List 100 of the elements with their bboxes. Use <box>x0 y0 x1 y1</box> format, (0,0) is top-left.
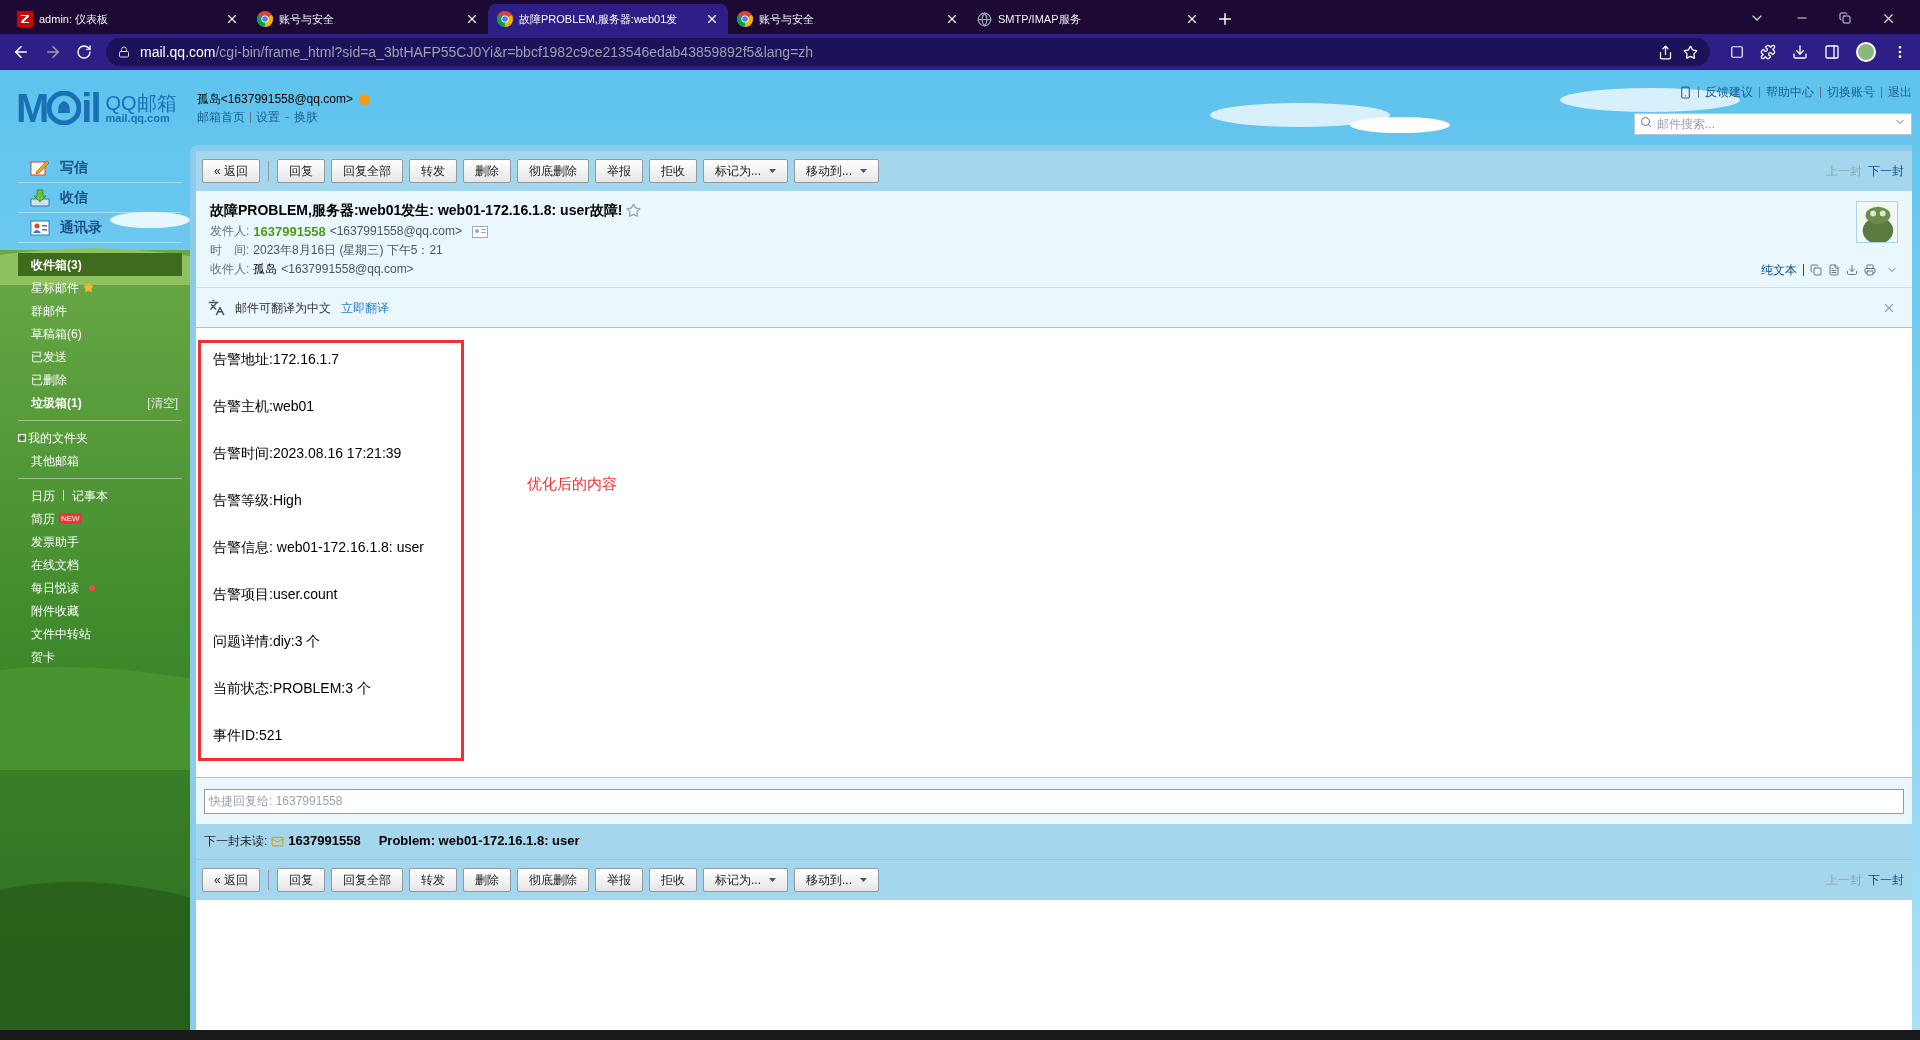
address-bar[interactable]: mail.qq.com/cgi-bin/frame_html?sid=a_3btHAFP55CJ0Yi&r=bbcf1982c9ce213546edab43859892f5&lang=zh <box>106 38 1710 66</box>
avatar[interactable] <box>1856 201 1898 243</box>
toolbar-button[interactable]: « 返回 <box>202 867 260 892</box>
mail-subject: 故障PROBLEM,服务器:web01发生: web01-172.16.1.8: user故障! <box>210 201 623 220</box>
share-icon[interactable] <box>1658 44 1673 60</box>
extensions-icon[interactable] <box>1760 44 1776 60</box>
translate-icon <box>208 299 225 316</box>
tab-title: admin: 仪表板 <box>39 11 110 27</box>
header-link[interactable]: 换肤 <box>293 108 318 126</box>
toolbar-button[interactable]: 回复全部 <box>331 867 403 892</box>
toolbar-button[interactable]: 拒收 <box>649 867 697 892</box>
folder-item[interactable]: 已发送 <box>18 345 182 368</box>
toolbar-button[interactable]: « 返回 <box>202 159 260 183</box>
alert-line: 当前状态:PROBLEM:3 个 <box>213 679 372 698</box>
toolbar-button[interactable]: 移动到... <box>794 159 880 183</box>
toolbar-button[interactable]: 转发 <box>409 159 457 183</box>
browser-tab[interactable]: 故障PROBLEM,服务器:web01发 <box>488 4 728 34</box>
browser-tab[interactable]: 账号与安全 <box>728 4 968 34</box>
side-panel-icon[interactable] <box>1824 44 1840 60</box>
tool-link[interactable]: 在线文档 <box>31 555 79 574</box>
tool-link[interactable]: 简历 <box>31 509 55 528</box>
next-unread-subject[interactable]: Problem: web01-172.16.1.8: user <box>378 831 580 851</box>
mail-nav-link[interactable]: 下一封 <box>1868 870 1904 889</box>
toolbar-button[interactable]: 拒收 <box>649 159 697 183</box>
folder-item[interactable]: 群邮件 <box>18 299 182 322</box>
back-icon[interactable] <box>12 43 30 61</box>
expand-icon[interactable] <box>18 433 26 442</box>
close-icon[interactable] <box>945 12 959 26</box>
tool-link[interactable]: 附件收藏 <box>31 601 79 620</box>
tab-title: 故障PROBLEM,服务器:web01发 <box>519 11 679 27</box>
tool-link[interactable]: 文件中转站 <box>31 624 91 643</box>
folder-item[interactable]: 草稿箱(6) <box>18 322 182 345</box>
tool-link[interactable]: 日历 <box>31 486 55 505</box>
sender-address: <1637991558@qq.com> <box>329 223 462 240</box>
top-link[interactable]: 帮助中心 <box>1766 83 1814 101</box>
logo-letter: M <box>16 88 48 128</box>
new-window-icon[interactable] <box>1810 264 1822 276</box>
search-field[interactable]: 邮件搜索... <box>1634 113 1912 135</box>
toolbar-button[interactable]: 移动到... <box>794 867 880 892</box>
tool-link[interactable]: 每日悦读 <box>31 578 79 597</box>
caret-icon <box>769 169 777 173</box>
document-icon[interactable] <box>1828 264 1840 276</box>
browser-tab[interactable]: SMTP/IMAP服务 <box>968 4 1208 34</box>
toolbar-button[interactable]: 转发 <box>409 867 457 892</box>
reload-icon[interactable] <box>76 44 92 60</box>
toolbar-button[interactable]: 回复全部 <box>331 159 403 183</box>
mail-nav-link[interactable]: 下一封 <box>1868 162 1904 180</box>
toolbar-button[interactable]: 彻底删除 <box>517 867 589 892</box>
folder-item[interactable]: 收件箱(3) <box>18 253 182 276</box>
toolbar-button[interactable]: 回复 <box>277 867 325 892</box>
new-tab-icon[interactable] <box>1216 10 1234 28</box>
download-icon[interactable] <box>1792 44 1808 60</box>
folder-item[interactable]: 垃圾箱(1) [清空] <box>18 391 182 414</box>
translate-prompt: 邮件可翻译为中文 <box>235 299 331 317</box>
next-unread-sender[interactable]: 1637991558 <box>288 831 361 851</box>
toolbar-button[interactable]: 删除 <box>463 159 511 183</box>
phone-icon[interactable] <box>1679 85 1692 99</box>
restore-icon[interactable] <box>1839 12 1851 24</box>
logo-letter: il <box>81 88 100 128</box>
folder-item[interactable]: 已删除 <box>18 368 182 391</box>
toolbar-button[interactable]: 删除 <box>463 867 511 892</box>
inbox-download-icon <box>30 188 50 207</box>
close-icon[interactable] <box>705 12 719 26</box>
toolbar-button[interactable]: 标记为... <box>703 159 789 183</box>
top-link[interactable]: 切换账号 <box>1827 83 1875 101</box>
browser-tab[interactable]: 账号与安全 <box>248 4 488 34</box>
toolbar-button[interactable]: 举报 <box>595 159 643 183</box>
browser-tab[interactable]: admin: 仪表板 <box>8 4 248 34</box>
close-icon[interactable] <box>1185 12 1199 26</box>
alert-line: 告警地址:172.16.1.7 <box>213 350 341 369</box>
translate-link[interactable]: 立即翻译 <box>341 298 389 317</box>
tool-link[interactable]: 记事本 <box>72 486 108 505</box>
tool-link[interactable]: 贺卡 <box>31 647 55 666</box>
print-icon[interactable] <box>1864 264 1876 276</box>
toolbar-button[interactable]: 举报 <box>595 867 643 892</box>
toolbar-button[interactable]: 彻底删除 <box>517 159 589 183</box>
forward-icon[interactable] <box>44 43 62 61</box>
tool-link[interactable]: 发票助手 <box>31 532 79 551</box>
toolbar-button[interactable]: 回复 <box>277 159 325 183</box>
top-link[interactable]: 退出 <box>1888 83 1912 101</box>
extension-icon[interactable] <box>1730 45 1744 59</box>
profile-avatar[interactable] <box>1856 42 1876 62</box>
header-link[interactable]: 设置 <box>255 108 280 126</box>
plain-text-link[interactable]: 纯文本 <box>1761 261 1797 279</box>
folder-group-toggle[interactable]: 我的文件夹 <box>18 426 182 449</box>
close-icon[interactable] <box>465 12 479 26</box>
sender-name[interactable]: 1637991558 <box>253 222 326 241</box>
sidebar-action[interactable]: 写信 <box>18 153 182 183</box>
quick-reply-field[interactable]: 快捷回复给: 1637991558 <box>204 788 1904 814</box>
tab-title: SMTP/IMAP服务 <box>998 11 1082 27</box>
sidebar-action[interactable]: 通讯录 <box>18 213 182 243</box>
folder-item[interactable]: 其他邮箱 <box>18 449 182 472</box>
bookmark-star-icon[interactable] <box>1683 44 1698 60</box>
sidebar-action[interactable]: 收信 <box>18 183 182 213</box>
toolbar-button[interactable]: 标记为... <box>703 867 789 892</box>
close-icon[interactable] <box>225 12 239 26</box>
alert-line: 问题详情:diy:3 个 <box>213 632 322 651</box>
star-icon[interactable] <box>626 203 642 218</box>
header-link[interactable]: 邮箱首页 <box>196 108 245 126</box>
recipient-name[interactable]: 孤岛 <box>253 260 278 279</box>
